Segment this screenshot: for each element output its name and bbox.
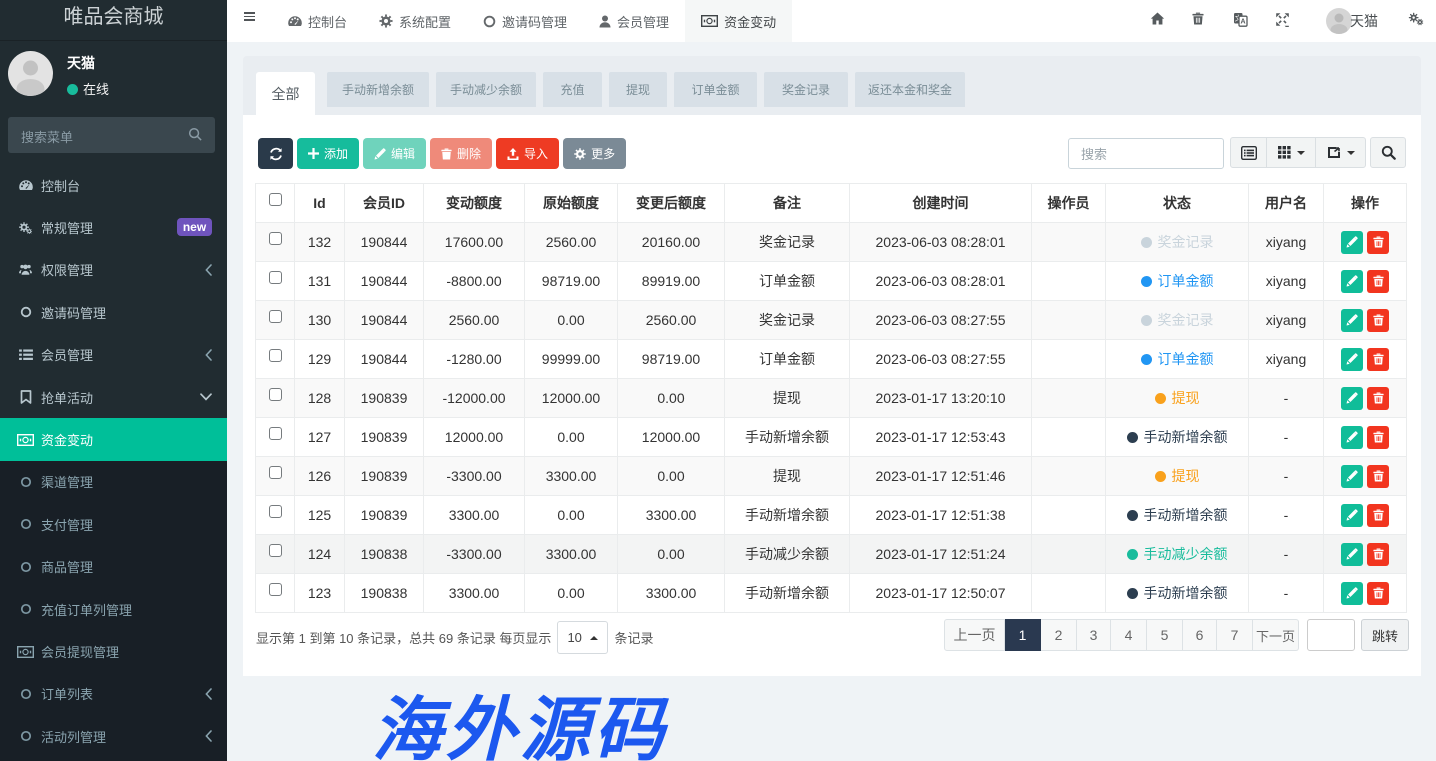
svg-text:A: A [1240, 19, 1245, 26]
